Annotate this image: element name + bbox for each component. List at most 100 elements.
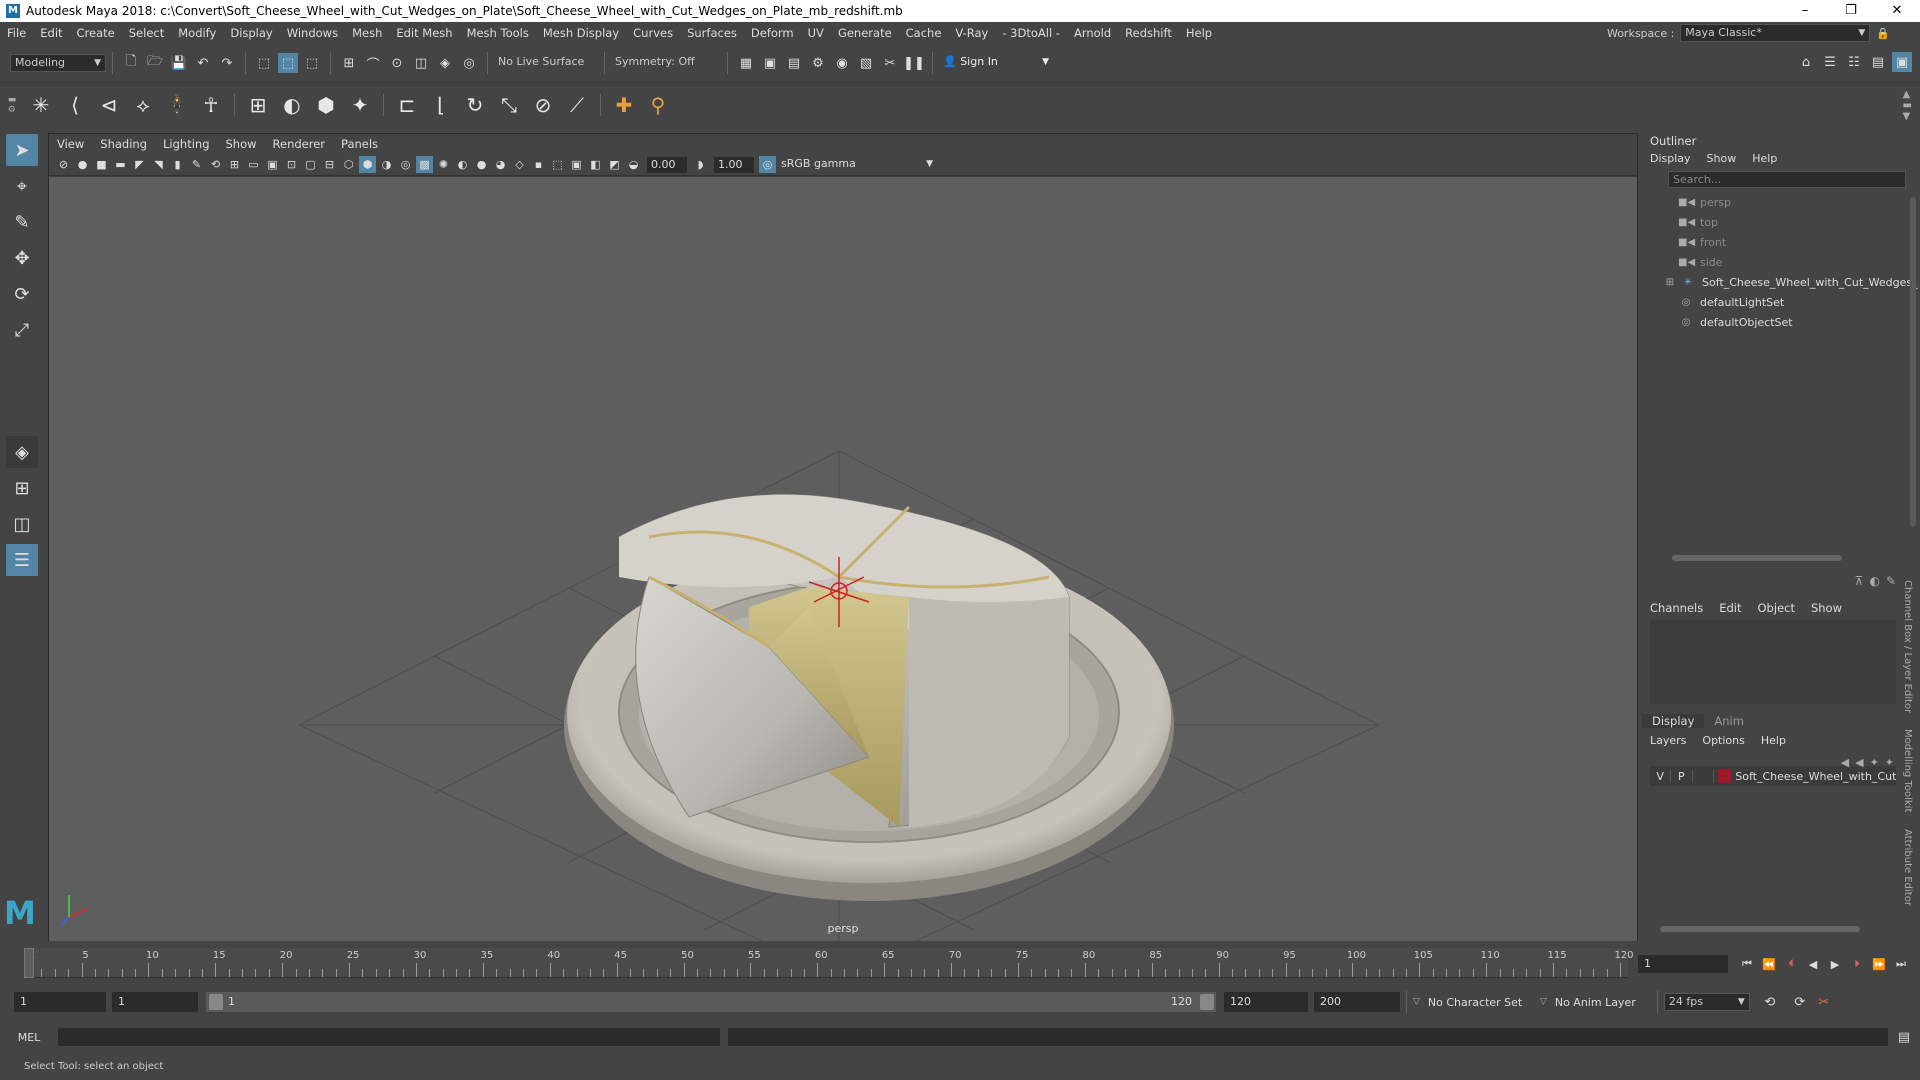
chevron-down-icon[interactable]: ▽ <box>1413 997 1420 1007</box>
snap-curve-icon[interactable]: ⌒ <box>363 53 383 73</box>
expand-icon[interactable]: ⊞ <box>1662 277 1678 288</box>
pause-icon[interactable]: ❚❚ <box>903 53 925 73</box>
command-input[interactable] <box>58 1028 720 1046</box>
menu-uv[interactable]: UV <box>801 26 831 40</box>
gamma-field[interactable]: 1.00 <box>714 156 754 173</box>
outliner-menu-display[interactable]: Display <box>1642 152 1699 165</box>
redo-icon[interactable]: ↷ <box>217 53 237 73</box>
outliner-menu-show[interactable]: Show <box>1699 152 1745 165</box>
menu-windows[interactable]: Windows <box>280 26 345 40</box>
vp-menu-show[interactable]: Show <box>218 137 265 151</box>
camera-icon[interactable]: ◤ <box>131 156 148 173</box>
attribute-icon[interactable]: ◐ <box>1869 574 1879 588</box>
hypershade-icon[interactable]: ◉ <box>832 53 852 73</box>
move-tool-icon[interactable]: ✥ <box>6 242 38 274</box>
current-time-marker[interactable] <box>24 948 34 978</box>
paint-weights-icon[interactable]: ◐ <box>277 90 307 120</box>
close-icon[interactable]: ✕ <box>1874 0 1920 22</box>
layers-menu-options[interactable]: Options <box>1694 734 1752 747</box>
color-management-icon[interactable]: ◎ <box>759 156 776 173</box>
pole-vector-icon[interactable]: ⟋ <box>562 90 592 120</box>
select-tool-icon[interactable]: ➤ <box>6 134 38 166</box>
move-layer-up-icon[interactable]: ◀ <box>1841 756 1849 769</box>
textured-icon[interactable]: ▩ <box>416 156 433 173</box>
camera-select-icon[interactable]: ⊘ <box>55 156 72 173</box>
character-set-field[interactable]: No Character Set <box>1428 996 1540 1009</box>
redshift-render-icon[interactable]: ✂ <box>880 53 900 73</box>
animation-prefs-icon[interactable]: ✂ <box>1814 992 1834 1012</box>
parent-constraint-icon[interactable]: ⊏ <box>392 90 422 120</box>
lasso-tool-icon[interactable]: ⌖ <box>6 170 38 202</box>
point-constraint-icon[interactable]: ⌊ <box>426 90 456 120</box>
step-back-key-icon[interactable]: ⏪ <box>1758 958 1780 971</box>
render-view-icon[interactable]: ▦ <box>736 53 756 73</box>
fps-dropdown[interactable]: 24 fps ▼ <box>1663 993 1750 1011</box>
snap-point-icon[interactable]: ⊙ <box>387 53 407 73</box>
layer-row[interactable]: V P Soft_Cheese_Wheel_with_Cut_ <box>1650 766 1896 786</box>
menu-display[interactable]: Display <box>223 26 279 40</box>
menu-set-dropdown[interactable]: Modeling ▼ <box>10 54 106 72</box>
attribute-editor-icon[interactable]: ☰ <box>1820 52 1840 72</box>
two-d-pan-icon[interactable]: ⟲ <box>207 156 224 173</box>
outliner-search-input[interactable]: Search... <box>1668 171 1906 188</box>
motion-blur-icon[interactable]: ◕ <box>492 156 509 173</box>
layers-menu-layers[interactable]: Layers <box>1642 734 1694 747</box>
outliner-layout-icon[interactable]: ☰ <box>6 544 38 576</box>
snap-surface-icon[interactable]: ◈ <box>435 53 455 73</box>
layer-editor-icon[interactable]: ▣ <box>1892 52 1912 72</box>
vp-menu-renderer[interactable]: Renderer <box>265 137 334 151</box>
safe-action-icon[interactable]: ▢ <box>302 156 319 173</box>
playback-start-field[interactable]: 1 <box>112 992 198 1012</box>
vp-menu-view[interactable]: View <box>49 137 92 151</box>
range-end-handle[interactable] <box>1200 994 1214 1010</box>
outliner-item-front[interactable]: ■◀ front <box>1642 232 1920 252</box>
open-scene-icon[interactable]: 🗁 <box>145 53 165 73</box>
xray-icon[interactable]: ▣ <box>568 156 585 173</box>
wireframe-on-shaded-icon[interactable]: ◎ <box>397 156 414 173</box>
wireframe-icon[interactable]: ⬡ <box>340 156 357 173</box>
default-material-icon[interactable]: ◑ <box>378 156 395 173</box>
layer-display-type[interactable] <box>1693 769 1714 783</box>
menu-mesh-tools[interactable]: Mesh Tools <box>460 26 536 40</box>
tab-modelling-toolkit[interactable]: Modelling Toolkit <box>1902 729 1913 812</box>
menu-arnold[interactable]: Arnold <box>1067 26 1118 40</box>
bind-skin-icon[interactable]: ⟡ <box>128 90 158 120</box>
outliner-item-persp[interactable]: ■◀ persp <box>1642 192 1920 212</box>
grid-toggle-icon[interactable]: ⊞ <box>226 156 243 173</box>
save-scene-icon[interactable]: 💾 <box>169 53 189 73</box>
ik-spline-icon[interactable]: ⊲ <box>94 90 124 120</box>
select-hierarchy-icon[interactable]: ⬚ <box>254 53 274 73</box>
camera-attr-icon[interactable]: ● <box>74 156 91 173</box>
orient-constraint-icon[interactable]: ↻ <box>460 90 490 120</box>
channel-box-icon[interactable]: ▤ <box>1868 52 1888 72</box>
go-to-start-icon[interactable]: ⏮ <box>1736 957 1758 971</box>
workspace-dropdown[interactable]: Maya Classic* ▼ <box>1680 24 1871 42</box>
time-slider[interactable]: 1510152025303540455055606570758085909510… <box>24 948 1634 978</box>
new-scene-icon[interactable]: 🗋 <box>121 53 141 73</box>
lock-icon[interactable]: 🔒 <box>1876 27 1890 40</box>
step-back-frame-icon[interactable]: ⏴ <box>1780 957 1802 971</box>
cluster-icon[interactable]: ✦ <box>345 90 375 120</box>
safe-title-icon[interactable]: ⊟ <box>321 156 338 173</box>
outliner-item-side[interactable]: ■◀ side <box>1642 252 1920 272</box>
play-backward-icon[interactable]: ◀ <box>1802 958 1824 971</box>
menu-file[interactable]: File <box>0 26 33 40</box>
menu-cache[interactable]: Cache <box>899 26 949 40</box>
tool-settings-icon[interactable]: ☷ <box>1844 52 1864 72</box>
viewport-scene[interactable]: persp <box>49 177 1637 978</box>
xray-joints-icon[interactable]: ◧ <box>587 156 604 173</box>
new-layer-selected-icon[interactable]: ✦ <box>1885 756 1894 769</box>
four-view-icon[interactable]: ⊞ <box>6 472 38 504</box>
single-view-icon[interactable]: ◈ <box>6 436 38 468</box>
step-forward-key-icon[interactable]: ⏩ <box>1868 958 1890 971</box>
symmetry-dropdown[interactable]: Symmetry: Off <box>611 54 721 72</box>
ipr-render-icon[interactable]: ▤ <box>784 53 804 73</box>
outliner-item-default-object-set[interactable]: ◎ defaultObjectSet <box>1642 312 1920 332</box>
channels-menu-object[interactable]: Object <box>1750 601 1803 615</box>
tab-anim[interactable]: Anim <box>1704 714 1754 728</box>
outliner-item-cheese-group[interactable]: ⊞ ✳ Soft_Cheese_Wheel_with_Cut_Wedges_ <box>1642 272 1920 292</box>
scale-tool-icon[interactable]: ⤢ <box>6 314 38 346</box>
modeling-toolkit-icon[interactable]: ⌂ <box>1796 52 1816 72</box>
menu-generate[interactable]: Generate <box>831 26 899 40</box>
vp-menu-lighting[interactable]: Lighting <box>155 137 217 151</box>
